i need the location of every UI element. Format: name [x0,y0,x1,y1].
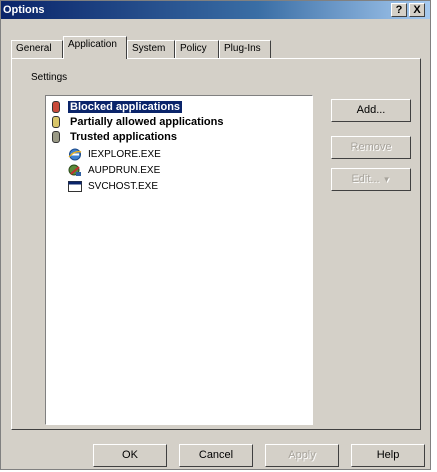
remove-button[interactable]: Remove [331,136,411,159]
add-button[interactable]: Add... [331,99,411,122]
title-bar: Options ? X [1,1,430,19]
internet-explorer-icon [68,148,82,161]
tree-item-svchost[interactable]: SVCHOST.EXE [68,179,160,194]
category-label: Trusted applications [70,131,177,143]
settings-tree[interactable]: Blocked applications Partially allowed a… [45,95,313,425]
tab-general[interactable]: General [11,40,63,58]
tab-system[interactable]: System [127,40,175,58]
tab-plug-ins[interactable]: Plug-Ins [219,40,271,58]
options-dialog: Options ? X General Application System P… [0,0,431,470]
category-label: Partially allowed applications [70,116,224,128]
edit-button[interactable]: Edit... ▼ [331,168,411,191]
window-title: Options [3,4,45,16]
edit-button-label: Edit... [351,173,380,185]
tree-item-iexplore[interactable]: IEXPLORE.EXE [68,147,163,162]
app-label: IEXPLORE.EXE [88,149,161,160]
gray-lock-icon [52,131,60,143]
help-button[interactable]: Help [351,444,425,467]
app-label: AUPDRUN.EXE [88,165,161,176]
question-icon: ? [395,4,403,16]
settings-label: Settings [31,72,68,83]
app-label: SVCHOST.EXE [88,181,159,192]
tree-item-trusted[interactable]: Trusted applications [52,130,179,145]
ok-button[interactable]: OK [93,444,167,467]
cancel-button[interactable]: Cancel [179,444,253,467]
yellow-lock-icon [52,116,60,128]
close-title-button[interactable]: X [409,3,425,17]
help-title-button[interactable]: ? [391,3,407,17]
tab-application[interactable]: Application [63,36,127,59]
chevron-down-icon: ▼ [382,175,391,184]
close-icon: X [413,4,421,16]
category-label: Blocked applications [68,101,183,113]
tab-policy[interactable]: Policy [175,40,219,58]
tree-item-partially-allowed[interactable]: Partially allowed applications [52,115,225,130]
red-lock-icon [52,101,60,113]
window-app-icon [68,181,82,192]
update-icon [68,164,81,176]
tree-item-aupdrun[interactable]: AUPDRUN.EXE [68,163,162,178]
apply-button[interactable]: Apply [265,444,339,467]
tree-item-blocked[interactable]: Blocked applications [52,100,183,115]
